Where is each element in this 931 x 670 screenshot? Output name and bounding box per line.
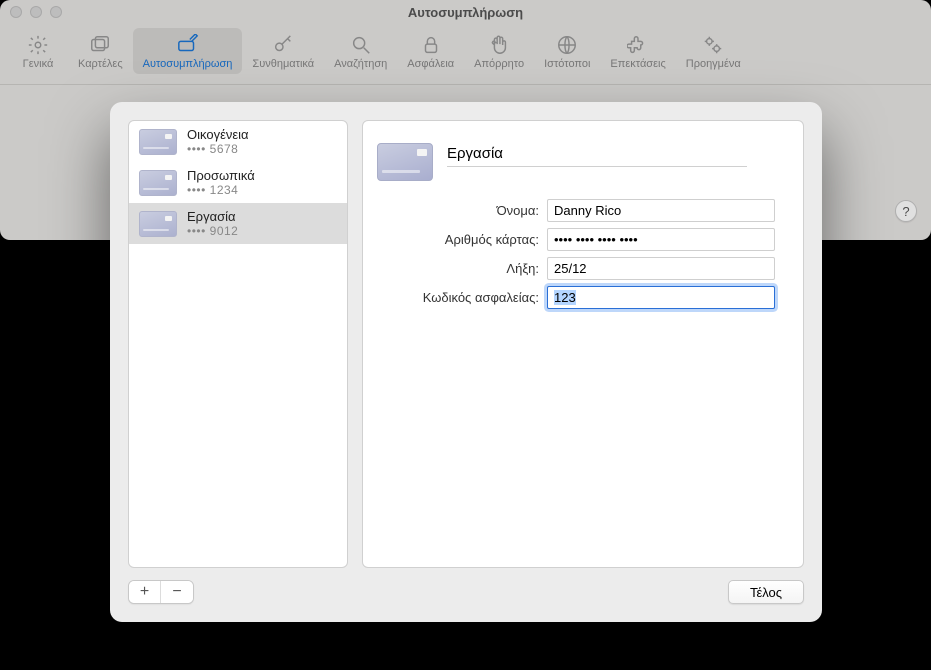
cardholder-name-label: Όνομα: xyxy=(377,203,547,218)
credit-card-icon xyxy=(139,211,177,237)
cardholder-name-input[interactable] xyxy=(547,199,775,222)
add-remove-control: + − xyxy=(128,580,194,604)
card-number-input[interactable] xyxy=(547,228,775,251)
card-row-work[interactable]: Εργασία •••• 9012 xyxy=(129,203,347,244)
credit-card-icon xyxy=(139,170,177,196)
add-card-button[interactable]: + xyxy=(129,581,161,603)
card-row-personal[interactable]: Προσωπικά •••• 1234 xyxy=(129,162,347,203)
card-description-input[interactable] xyxy=(447,143,747,167)
card-masked-number: •••• 1234 xyxy=(187,183,255,197)
credit-card-large-icon xyxy=(377,143,433,181)
credit-cards-sheet: Οικογένεια •••• 5678 Προσωπικά •••• 1234… xyxy=(110,102,822,622)
expiry-input[interactable] xyxy=(547,257,775,280)
card-number-label: Αριθμός κάρτας: xyxy=(377,232,547,247)
security-code-label: Κωδικός ασφαλείας: xyxy=(377,290,547,305)
card-row-family[interactable]: Οικογένεια •••• 5678 xyxy=(129,121,347,162)
card-title: Οικογένεια xyxy=(187,127,249,142)
card-detail-pane: Όνομα: Αριθμός κάρτας: Λήξη: Κωδικός ασφ… xyxy=(362,120,804,568)
remove-card-button[interactable]: − xyxy=(161,581,193,603)
credit-card-icon xyxy=(139,129,177,155)
card-title: Εργασία xyxy=(187,209,238,224)
card-title: Προσωπικά xyxy=(187,168,255,183)
done-button[interactable]: Τέλος xyxy=(728,580,804,604)
security-code-input[interactable] xyxy=(547,286,775,309)
card-masked-number: •••• 5678 xyxy=(187,142,249,156)
card-masked-number: •••• 9012 xyxy=(187,224,238,238)
cards-sidebar: Οικογένεια •••• 5678 Προσωπικά •••• 1234… xyxy=(128,120,348,568)
expiry-label: Λήξη: xyxy=(377,261,547,276)
